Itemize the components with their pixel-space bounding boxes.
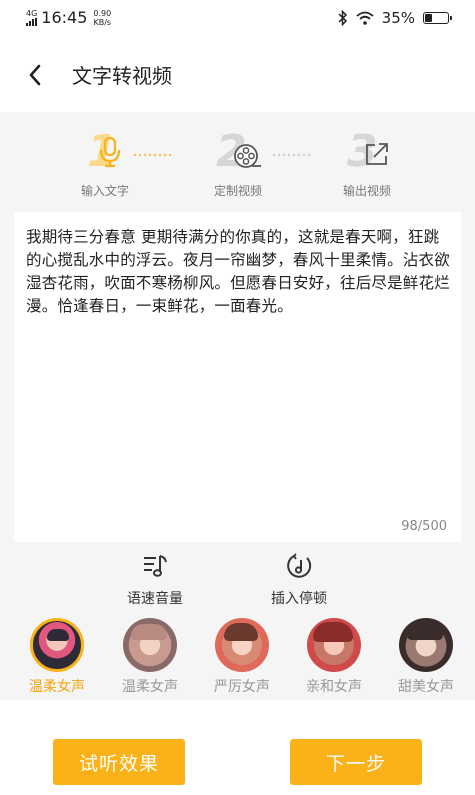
step-customize-video: 2 定制视频 — [178, 128, 298, 199]
back-arrow-icon[interactable] — [24, 60, 48, 90]
voice-label: 甜美女声 — [398, 679, 454, 695]
network-type: 4G — [26, 9, 38, 18]
voice-avatar — [215, 618, 269, 672]
insert-pause-label: 插入停顿 — [271, 591, 327, 607]
music-settings-icon — [144, 555, 167, 577]
step-label: 输出视频 — [342, 184, 391, 198]
signal-bars-icon — [26, 18, 37, 26]
speed-volume-label: 语速音量 — [127, 591, 183, 607]
voice-avatar — [123, 618, 177, 672]
character-count: 98/500 — [401, 519, 447, 534]
bluetooth-icon — [338, 10, 347, 26]
wifi-icon — [356, 11, 374, 25]
film-reel-icon — [234, 144, 261, 168]
step-label: 输入文字 — [80, 184, 129, 198]
step-label: 定制视频 — [213, 184, 262, 198]
next-step-button[interactable]: 下一步 — [290, 739, 422, 785]
step-input-text: 1 输入文字 — [45, 128, 165, 199]
voice-option[interactable]: 温柔女声 — [21, 615, 93, 696]
page-header: 文字转视频 — [0, 38, 475, 112]
audio-tools: 语速音量 插入停顿 — [0, 552, 475, 608]
voice-label: 亲和女声 — [306, 679, 362, 695]
preview-button[interactable]: 试听效果 — [53, 739, 185, 785]
action-bar: 试听效果 下一步 — [0, 700, 475, 795]
battery-percent: 35% — [381, 9, 415, 27]
voice-option[interactable]: 严厉女声 — [206, 615, 278, 696]
voice-selector: 温柔女声 温柔女声 严厉女声 亲和女声 甜美女声 — [0, 615, 475, 700]
page-title: 文字转视频 — [72, 64, 172, 88]
insert-pause-button[interactable]: 插入停顿 — [244, 552, 354, 608]
signal-indicator: 4G — [26, 9, 37, 26]
step-output-video: 3 输出视频 — [307, 128, 427, 199]
voice-label: 温柔女声 — [29, 679, 85, 695]
voice-avatar — [399, 618, 453, 672]
pause-timer-icon — [287, 553, 312, 578]
voice-option[interactable]: 温柔女声 — [114, 615, 186, 696]
export-icon — [366, 143, 388, 165]
speed-value: 0.90 — [93, 8, 112, 18]
voice-avatar — [307, 618, 361, 672]
step-connector-1 — [133, 153, 172, 157]
speed-unit: KB/s — [93, 17, 112, 27]
voice-label: 温柔女声 — [122, 679, 178, 695]
voice-label: 严厉女声 — [214, 679, 270, 695]
step-connector-2 — [272, 153, 311, 157]
step-progress: 1 输入文字 2 定制视频 3 输出视频 — [0, 128, 475, 208]
battery-fill — [425, 14, 432, 22]
speed-volume-button[interactable]: 语速音量 — [100, 552, 210, 608]
microphone-icon — [99, 136, 121, 168]
voice-option[interactable]: 甜美女声 — [390, 615, 462, 696]
text-editor[interactable]: 我期待三分春意 更期待满分的你真的，这就是春天啊，狂跳的心搅乱水中的浮云。夜月一… — [14, 212, 461, 542]
battery-icon — [423, 12, 452, 24]
voice-avatar — [30, 618, 84, 672]
voice-option[interactable]: 亲和女声 — [298, 615, 370, 696]
network-speed: 0.90 KB/s — [93, 9, 111, 27]
status-bar: 4G 16:45 0.90 KB/s 35% — [0, 0, 475, 38]
script-text[interactable]: 我期待三分春意 更期待满分的你真的，这就是春天啊，狂跳的心搅乱水中的浮云。夜月一… — [26, 226, 451, 318]
clock: 16:45 — [41, 8, 88, 27]
